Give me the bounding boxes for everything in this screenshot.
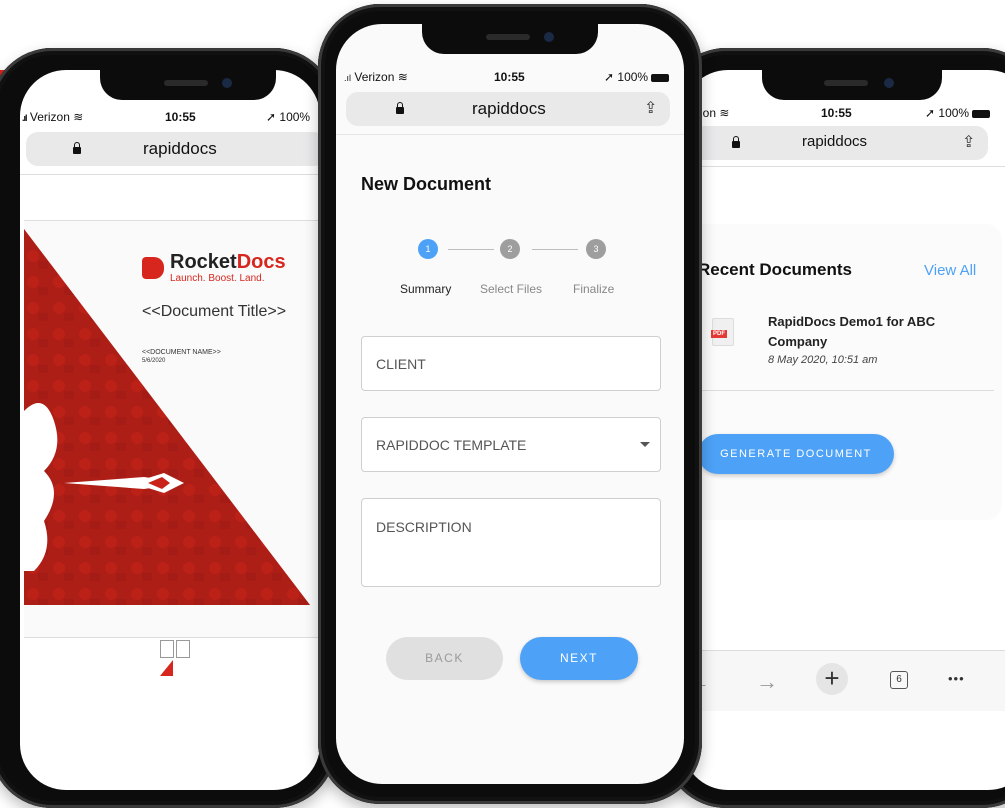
right-notch <box>762 70 942 100</box>
left-phone: .ıl Verizon ≋ 10:55 ➚ 100% rapiddocs Roc… <box>0 48 336 808</box>
right-address-bar[interactable]: rapiddocs ⇪ <box>692 126 988 160</box>
center-phone: .ıl Verizon ≋ 10:55 ➚ 100% rapiddocs ⇪ N… <box>318 4 702 804</box>
step-connector <box>532 249 578 250</box>
document-date: 5/6/2020 <box>142 358 166 364</box>
new-tab-icon[interactable]: + <box>816 663 848 695</box>
document-name: <<DOCUMENT NAME>> <box>142 349 221 356</box>
left-address-bar[interactable]: rapiddocs <box>26 132 320 166</box>
document-title-line2: Company <box>768 334 828 349</box>
right-url-text: rapiddocs <box>802 133 868 150</box>
left-url-text: rapiddocs <box>143 139 217 158</box>
center-url-text: rapiddocs <box>472 99 546 118</box>
step-3-label: Finalize <box>573 282 615 296</box>
left-status-time: 10:55 <box>165 110 196 124</box>
step-1-label: Summary <box>400 282 452 296</box>
right-status-time: 10:55 <box>821 106 852 120</box>
speaker-icon <box>486 34 530 40</box>
view-all-link[interactable]: View All <box>924 262 976 279</box>
center-status-carrier: .ıl Verizon ≋ <box>344 70 408 84</box>
rocketdocs-logo-icon <box>142 257 164 279</box>
tabs-count-icon[interactable]: 6 <box>890 671 908 689</box>
lock-icon <box>732 136 740 148</box>
center-status-battery: ➚ 100% <box>604 70 670 84</box>
step-1-indicator[interactable]: 1 <box>418 239 438 259</box>
camera-icon <box>544 32 554 42</box>
client-field[interactable]: CLIENT <box>361 336 661 391</box>
right-status-carrier: Verizon ≋ <box>682 106 730 120</box>
camera-icon <box>222 78 232 88</box>
recent-documents-card: Recent Documents View All PDF RapidDocs … <box>682 224 1002 520</box>
center-screen: .ıl Verizon ≋ 10:55 ➚ 100% rapiddocs ⇪ N… <box>336 24 684 784</box>
center-status-time: 10:55 <box>494 70 525 84</box>
center-notch <box>422 24 598 54</box>
browser-toolbar: ← → + 6 ••• <box>682 650 1005 711</box>
share-icon[interactable]: ⇪ <box>962 132 975 152</box>
divider <box>336 134 684 135</box>
document-list-item[interactable]: PDF RapidDocs Demo1 for ABC Company 8 Ma… <box>698 314 994 391</box>
lock-icon <box>73 142 81 154</box>
generate-document-button[interactable]: GENERATE DOCUMENT <box>698 434 894 474</box>
step-3-indicator[interactable]: 3 <box>586 239 606 259</box>
recent-documents-heading: Recent Documents <box>698 260 852 279</box>
right-phone: Verizon ≋ 10:55 ➚ 100% rapiddocs ⇪ Recen… <box>664 48 1005 808</box>
step-connector <box>448 249 494 250</box>
share-icon[interactable]: ⇪ <box>644 98 657 118</box>
next-button[interactable]: NEXT <box>520 637 638 680</box>
step-2-label: Select Files <box>480 282 543 296</box>
left-status-carrier: .ıl Verizon ≋ <box>22 110 84 124</box>
document-title: RapidDocs Demo1 for ABC <box>768 314 936 329</box>
template-select[interactable]: RAPIDDOC TEMPLATE <box>361 417 661 472</box>
left-status-battery: ➚ 100% <box>266 110 311 124</box>
speaker-icon <box>164 80 208 86</box>
divider <box>682 166 1005 167</box>
center-address-bar[interactable]: rapiddocs ⇪ <box>346 92 670 126</box>
forward-arrow-icon[interactable]: → <box>756 669 778 695</box>
left-screen: .ıl Verizon ≋ 10:55 ➚ 100% rapiddocs Roc… <box>20 70 320 790</box>
document-title: <<Document Title>> <box>142 303 287 320</box>
document-preview[interactable]: RocketDocs Launch. Boost. Land. <<Docume… <box>24 220 320 638</box>
pdf-file-icon: PDF <box>711 318 734 346</box>
left-notch <box>100 70 276 100</box>
document-date: 8 May 2020, 10:51 am <box>768 354 878 366</box>
description-field[interactable]: DESCRIPTION <box>361 498 661 587</box>
camera-icon <box>884 78 894 88</box>
step-2-indicator[interactable]: 2 <box>500 239 520 259</box>
back-button[interactable]: BACK <box>386 637 503 680</box>
brand-logo: RocketDocs <box>170 251 286 273</box>
more-icon[interactable]: ••• <box>948 671 965 686</box>
brand-tagline: Launch. Boost. Land. <box>170 273 265 284</box>
divider <box>20 174 320 175</box>
chevron-down-icon <box>640 442 650 447</box>
right-screen: Verizon ≋ 10:55 ➚ 100% rapiddocs ⇪ Recen… <box>682 70 1005 790</box>
page-thumbnail-icon[interactable] <box>160 640 192 676</box>
right-status-battery: ➚ 100% <box>925 106 991 120</box>
speaker-icon <box>824 80 868 86</box>
page-title: New Document <box>361 174 492 194</box>
lock-icon <box>396 102 404 114</box>
